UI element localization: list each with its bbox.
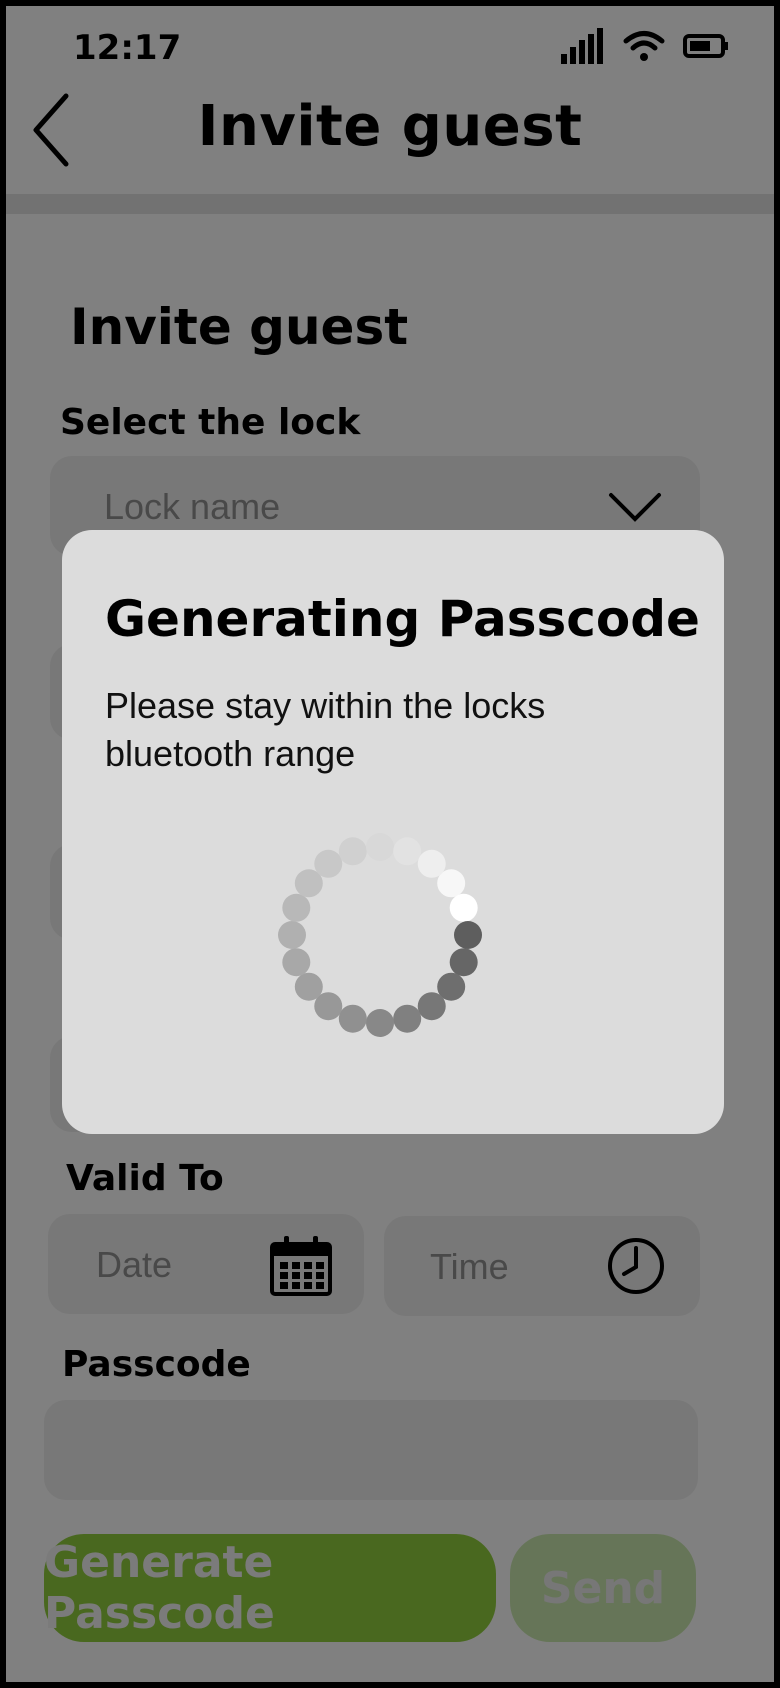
spinner-dot (366, 1009, 394, 1037)
spinner-dot (278, 921, 306, 949)
spinner-dot (338, 837, 367, 866)
dialog-title: Generating Passcode (105, 590, 700, 648)
spinner-dot (449, 948, 478, 977)
spinner-dot (417, 849, 446, 878)
spinner-dot (417, 992, 446, 1021)
device-frame: 12:17 Invite guest Invite guest Select t… (0, 0, 780, 1688)
spinner-dot (314, 849, 343, 878)
app-screen: 12:17 Invite guest Invite guest Select t… (6, 6, 774, 1682)
spinner-dot (449, 893, 478, 922)
generating-passcode-dialog: Generating Passcode Please stay within t… (62, 530, 724, 1134)
spinner-dot (282, 893, 311, 922)
dialog-message: Please stay within the locks bluetooth r… (105, 685, 546, 774)
spinner-dot (282, 948, 311, 977)
spinner-dot (294, 972, 323, 1001)
spinner-dot (393, 837, 422, 866)
spinner-dot (454, 921, 482, 949)
spinner-dot (366, 833, 394, 861)
spinner-dot (393, 1004, 422, 1033)
loading-spinner-icon (278, 833, 482, 1037)
spinner-dot (338, 1004, 367, 1033)
